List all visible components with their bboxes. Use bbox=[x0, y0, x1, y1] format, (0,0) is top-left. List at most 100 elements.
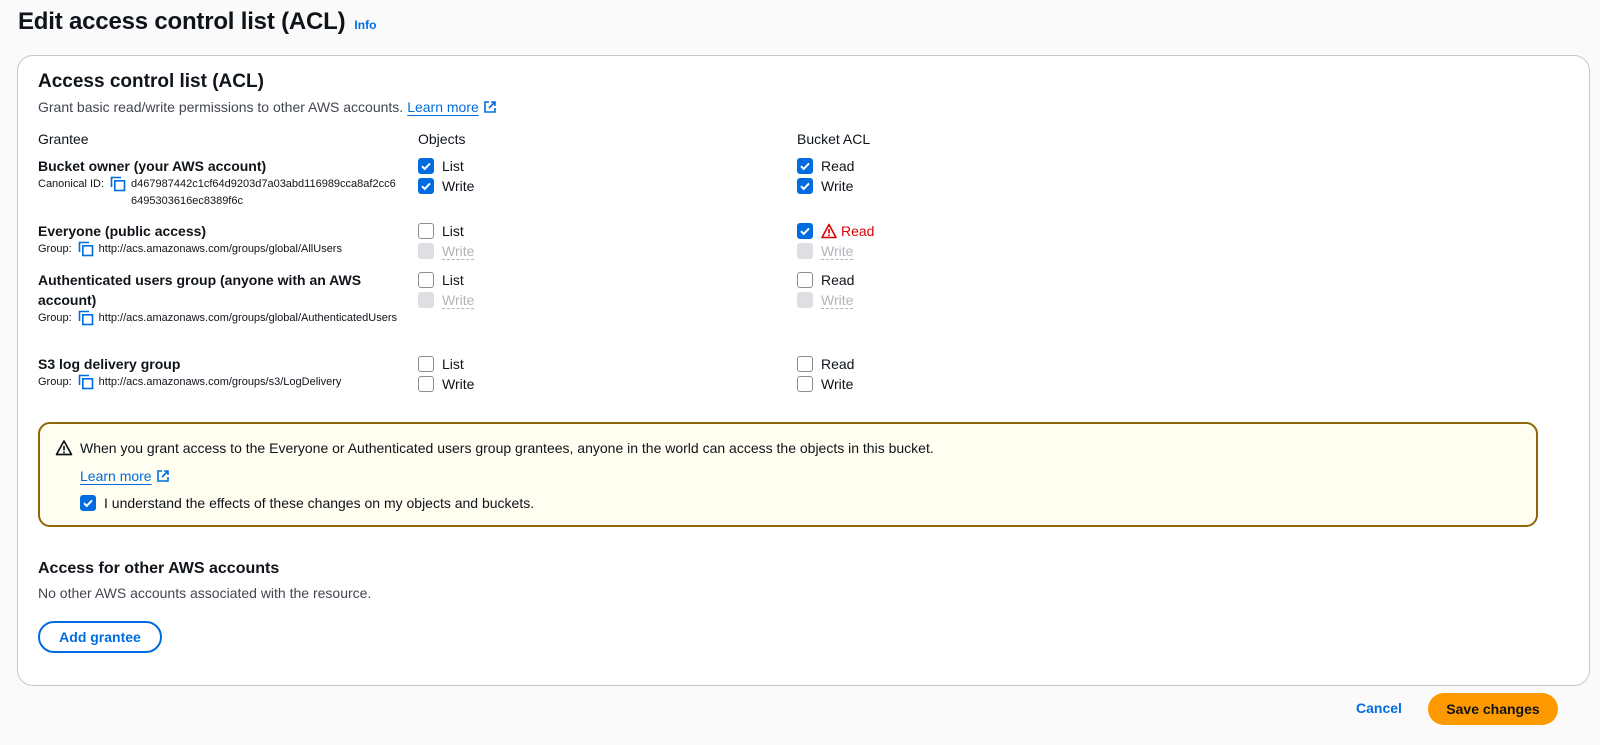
checkbox-label: List bbox=[442, 272, 464, 288]
grantee-identifier: Group: http://acs.amazonaws.com/groups/gl… bbox=[38, 241, 398, 258]
bucket-acl-write-checkbox: Write bbox=[797, 290, 854, 310]
check-icon bbox=[797, 292, 813, 308]
checkbox-label: Write bbox=[442, 242, 475, 260]
acknowledge-checkbox[interactable]: I understand the effects of these change… bbox=[80, 493, 534, 513]
check-icon[interactable] bbox=[418, 223, 434, 239]
grantee-id-key: Canonical ID: bbox=[38, 178, 105, 190]
objects-write-checkbox: Write bbox=[418, 290, 475, 310]
checkbox-label: Read bbox=[841, 223, 875, 239]
grantee-cell: Bucket owner (your AWS account) Canonical… bbox=[38, 156, 398, 210]
check-icon[interactable] bbox=[797, 376, 813, 392]
page-header: Edit access control list (ACL) Info bbox=[18, 8, 376, 36]
grantee-cell: Everyone (public access) Group: http://acs… bbox=[38, 221, 398, 258]
save-changes-button[interactable]: Save changes bbox=[1428, 693, 1558, 725]
objects-write-checkbox: Write bbox=[418, 241, 475, 261]
grantee-cell: Authenticated users group (anyone with a… bbox=[38, 270, 398, 327]
copy-icon[interactable] bbox=[78, 374, 94, 390]
copy-icon[interactable] bbox=[78, 241, 94, 257]
objects-write-checkbox[interactable]: Write bbox=[418, 374, 474, 394]
warning-learn-more: Learn more bbox=[80, 468, 169, 484]
grantee-identifier: Canonical ID: d467987442c1cf64d9203d7a03a… bbox=[38, 176, 398, 210]
warning-icon bbox=[821, 223, 837, 239]
bucket-acl-read-checkbox[interactable]: Read bbox=[797, 156, 854, 176]
check-icon[interactable] bbox=[797, 356, 813, 372]
checkbox-label: Write bbox=[821, 376, 854, 392]
checkbox-label: List bbox=[442, 223, 464, 239]
acl-description-text: Grant basic read/write permissions to ot… bbox=[38, 99, 404, 115]
grantee-id-value: http://acs.amazonaws.com/groups/s3/LogDe… bbox=[98, 376, 342, 388]
public-access-warning: When you grant access to the Everyone or… bbox=[38, 422, 1538, 527]
other-accounts-title: Access for other AWS accounts bbox=[38, 560, 280, 577]
cancel-button[interactable]: Cancel bbox=[1356, 700, 1402, 716]
acknowledge-label: I understand the effects of these change… bbox=[104, 495, 535, 511]
grantee-id-value: http://acs.amazonaws.com/groups/global/A… bbox=[98, 312, 398, 324]
bucket-acl-read-checkbox[interactable]: Read bbox=[797, 354, 854, 374]
warning-text: When you grant access to the Everyone or… bbox=[80, 440, 934, 456]
checkbox-label-warning: Read bbox=[821, 223, 874, 239]
grantee-identifier: Group: http://acs.amazonaws.com/groups/gl… bbox=[38, 310, 398, 327]
check-icon bbox=[418, 243, 434, 259]
checkbox-label: Read bbox=[821, 158, 855, 174]
check-icon bbox=[418, 292, 434, 308]
check-icon[interactable] bbox=[80, 495, 96, 511]
checkbox-label: List bbox=[442, 158, 464, 174]
check-icon[interactable] bbox=[797, 223, 813, 239]
bucket-acl-write-checkbox: Write bbox=[797, 241, 854, 261]
check-icon[interactable] bbox=[418, 376, 434, 392]
info-link[interactable]: Info bbox=[354, 18, 376, 32]
checkbox-label: Write bbox=[821, 178, 854, 194]
bucket-acl-write-checkbox[interactable]: Write bbox=[797, 374, 853, 394]
checkbox-label: List bbox=[442, 356, 464, 372]
bucket-acl-write-checkbox[interactable]: Write bbox=[797, 176, 853, 196]
acl-panel: Access control list (ACL) Grant basic re… bbox=[17, 55, 1590, 686]
warning-learn-more-link[interactable]: Learn more bbox=[80, 468, 152, 484]
add-grantee-button[interactable]: Add grantee bbox=[38, 621, 162, 653]
copy-icon[interactable] bbox=[78, 310, 94, 326]
check-icon[interactable] bbox=[418, 178, 434, 194]
checkbox-label: Write bbox=[442, 291, 475, 309]
checkbox-label: Write bbox=[442, 376, 475, 392]
grantee-id-value: d467987442c1cf64d9203d7a03abd116989cca8a… bbox=[131, 178, 396, 207]
grantee-identifier: Group: http://acs.amazonaws.com/groups/s3… bbox=[38, 374, 398, 391]
column-header-grantee: Grantee bbox=[38, 131, 89, 147]
external-link-icon bbox=[483, 101, 496, 113]
grantee-id-key: Group: bbox=[38, 376, 72, 388]
grantee-name: S3 log delivery group bbox=[38, 356, 181, 372]
grantee-name: Bucket owner (your AWS account) bbox=[38, 158, 267, 174]
checkbox-label: Read bbox=[821, 356, 855, 372]
objects-write-checkbox[interactable]: Write bbox=[418, 176, 474, 196]
grantee-name: Everyone (public access) bbox=[38, 223, 207, 239]
grantee-id-key: Group: bbox=[38, 243, 72, 255]
check-icon[interactable] bbox=[418, 356, 434, 372]
copy-icon[interactable] bbox=[110, 176, 126, 192]
objects-list-checkbox[interactable]: List bbox=[418, 354, 464, 374]
objects-list-checkbox[interactable]: List bbox=[418, 270, 464, 290]
checkbox-label: Write bbox=[442, 178, 475, 194]
page-title: Edit access control list (ACL) bbox=[18, 8, 346, 35]
warning-icon bbox=[55, 440, 73, 456]
bucket-acl-read-checkbox[interactable]: Read bbox=[797, 221, 874, 241]
check-icon[interactable] bbox=[797, 178, 813, 194]
check-icon[interactable] bbox=[797, 272, 813, 288]
objects-list-checkbox[interactable]: List bbox=[418, 221, 464, 241]
check-icon[interactable] bbox=[797, 158, 813, 174]
grantee-id-value: http://acs.amazonaws.com/groups/global/A… bbox=[98, 243, 342, 255]
learn-more-link[interactable]: Learn more bbox=[407, 99, 479, 115]
bucket-acl-read-checkbox[interactable]: Read bbox=[797, 270, 854, 290]
acl-description: Grant basic read/write permissions to ot… bbox=[38, 99, 496, 115]
column-header-bucket-acl: Bucket ACL bbox=[797, 131, 871, 147]
check-icon[interactable] bbox=[418, 158, 434, 174]
check-icon[interactable] bbox=[418, 272, 434, 288]
external-link-icon bbox=[156, 470, 169, 482]
column-header-objects: Objects bbox=[418, 131, 466, 147]
objects-list-checkbox[interactable]: List bbox=[418, 156, 464, 176]
grantee-name: Authenticated users group (anyone with a… bbox=[38, 272, 362, 308]
acl-section-title: Access control list (ACL) bbox=[38, 71, 264, 92]
checkbox-label: Write bbox=[821, 291, 854, 309]
checkbox-label: Write bbox=[821, 242, 854, 260]
grantee-id-key: Group: bbox=[38, 312, 72, 324]
check-icon bbox=[797, 243, 813, 259]
grantee-cell: S3 log delivery group Group: http://acs.am… bbox=[38, 354, 398, 391]
checkbox-label: Read bbox=[821, 272, 855, 288]
other-accounts-description: No other AWS accounts associated with th… bbox=[38, 585, 372, 601]
